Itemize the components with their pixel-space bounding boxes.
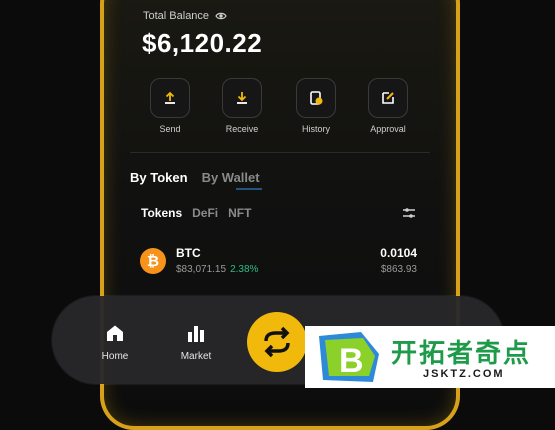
view-tabs: By Token By Wallet [130,170,260,185]
send-label: Send [159,124,181,134]
watermark-mark-icon: B [319,332,379,382]
filter-sliders-icon[interactable] [402,206,416,220]
history-label: History [301,124,330,134]
receive-button[interactable]: Receive [212,78,272,134]
token-change: 2.38% [230,264,259,275]
eye-icon[interactable] [215,10,227,22]
tab-by-wallet[interactable]: By Wallet [202,170,260,185]
nav-market[interactable]: Market [166,324,226,362]
token-price: $83,071.15 [176,264,227,275]
asset-tabs: Tokens DeFi NFT [141,206,251,220]
history-icon [310,91,323,105]
token-symbol: BTC [176,246,201,260]
market-chart-icon [188,326,204,342]
total-balance-label: Total Balance [143,10,210,22]
home-icon [107,325,123,341]
watermark-logo: B 开拓者奇点 JSKTZ.COM [305,326,555,388]
receive-label: Receive [225,124,259,134]
tab-defi[interactable]: DeFi [192,206,218,220]
tab-tokens[interactable]: Tokens [141,206,182,220]
watermark-subtitle: JSKTZ.COM [423,368,505,380]
total-balance-value: $6,120.22 [142,28,263,58]
token-price-line: $83,071.15 2.38% [176,264,258,275]
quick-actions: Send Receive History Approval [140,78,440,138]
btc-coin-icon: ₿ [140,248,166,274]
history-button[interactable]: History [286,78,346,134]
tab-nft[interactable]: NFT [228,206,251,220]
token-row-btc[interactable]: ₿ BTC $83,071.15 2.38% 0.0104 $863.93 [140,242,430,282]
approval-button[interactable]: Approval [358,78,418,134]
section-divider [130,152,430,153]
swap-arrows-icon [264,326,290,358]
swap-button[interactable] [247,312,307,372]
total-balance-label-row: Total Balance [143,10,227,22]
watermark-letter: B [339,342,364,380]
nav-home[interactable]: Home [85,324,145,362]
download-icon [237,92,247,104]
tab-by-token[interactable]: By Token [130,170,188,185]
token-value-usd: $863.93 [380,264,417,275]
approval-edit-icon [382,92,394,104]
nav-market-label: Market [180,351,212,362]
tab-underline [236,188,262,190]
upload-icon [165,91,175,104]
send-button[interactable]: Send [140,78,200,134]
watermark-title: 开拓者奇点 [391,338,532,368]
approval-label: Approval [370,124,406,134]
token-amount: 0.0104 [380,246,417,260]
nav-home-label: Home [101,351,129,362]
